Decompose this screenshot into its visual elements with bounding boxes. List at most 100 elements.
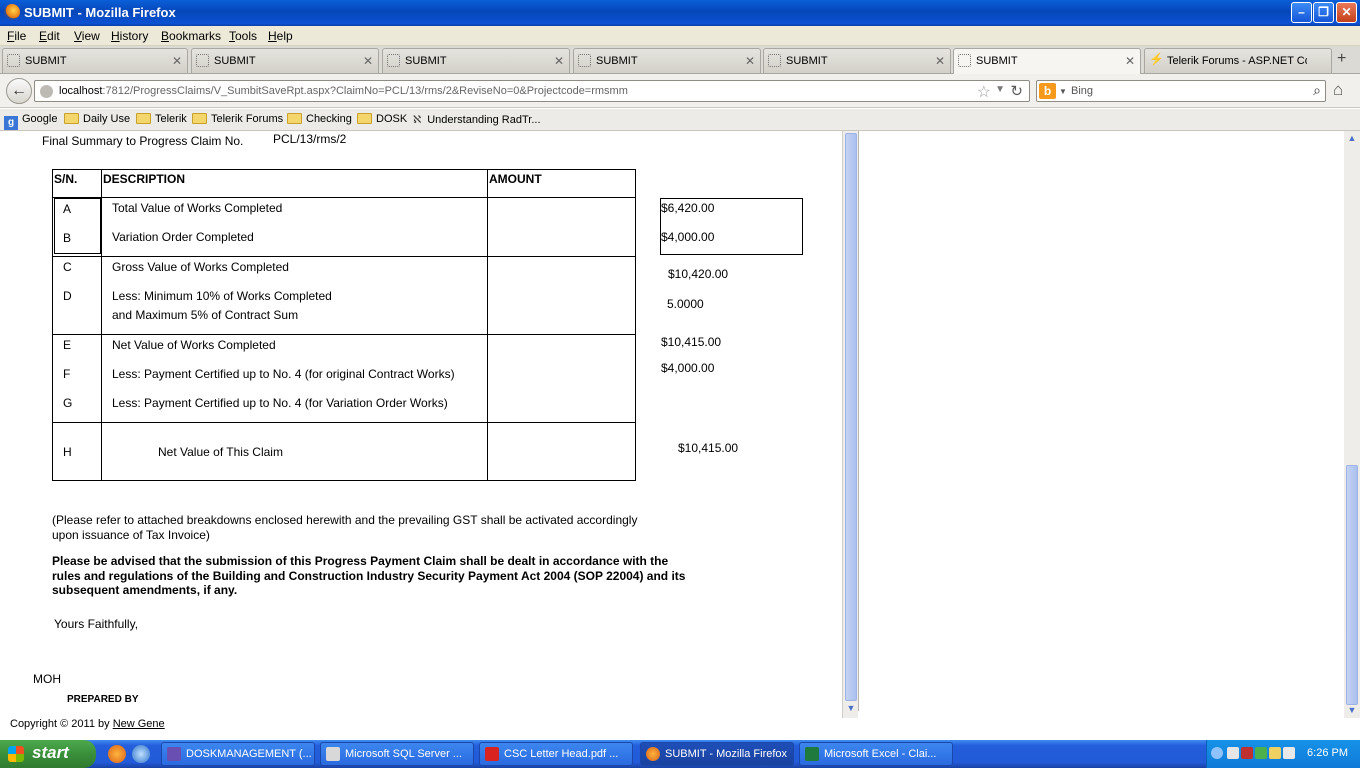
- company-link[interactable]: New Gene: [113, 718, 165, 730]
- bookmarks-bar: g Google Daily Use Telerik Telerik Forums…: [0, 109, 1360, 131]
- firefox-icon: [646, 747, 660, 761]
- copyright-text: Copyright © 2011 by New Gene: [10, 718, 165, 730]
- tab-close-icon[interactable]: ✕: [1125, 54, 1135, 68]
- tab-close-icon[interactable]: ✕: [363, 54, 373, 68]
- task-excel[interactable]: Microsoft Excel - Clai...: [799, 742, 953, 766]
- tab-close-icon[interactable]: ✕: [554, 54, 564, 68]
- page-footer: Copyright © 2011 by New Gene: [0, 718, 842, 740]
- bookmark-telerik[interactable]: Telerik: [136, 113, 187, 125]
- search-box[interactable]: b ▼ Bing ⌕: [1036, 80, 1326, 102]
- menu-help[interactable]: Help: [268, 29, 293, 43]
- menu-history[interactable]: History: [111, 29, 148, 43]
- tab-submit-5[interactable]: SUBMIT ✕: [763, 48, 951, 73]
- search-engine-dropdown-icon[interactable]: ▼: [1059, 87, 1067, 96]
- bookmark-dosk[interactable]: DOSK: [357, 113, 407, 125]
- page-icon: [7, 54, 20, 67]
- firefox-quicklaunch-icon[interactable]: [108, 745, 126, 763]
- back-button[interactable]: ←: [6, 78, 32, 104]
- task-sql-server[interactable]: Microsoft SQL Server ...: [320, 742, 474, 766]
- bookmark-telerik-forums[interactable]: Telerik Forums: [192, 113, 283, 125]
- row-c-value: $10,420.00: [668, 267, 729, 281]
- row-g-sn: G: [63, 396, 73, 410]
- tray-network-icon[interactable]: [1227, 747, 1239, 759]
- scroll-up-arrow-icon[interactable]: ▲: [1344, 133, 1360, 147]
- tab-bar: SUBMIT ✕ SUBMIT ✕ SUBMIT ✕ SUBMIT ✕ SUBM…: [0, 46, 1360, 74]
- advice-line-3: subsequent amendments, if any.: [52, 583, 238, 597]
- tab-submit-6-active[interactable]: SUBMIT ✕: [953, 48, 1141, 74]
- start-button[interactable]: start: [0, 740, 96, 768]
- task-label: SUBMIT - Mozilla Firefox: [665, 748, 788, 760]
- page-icon: [958, 54, 971, 67]
- search-icon[interactable]: ⌕: [1313, 82, 1321, 99]
- url-dropdown-icon[interactable]: ▼: [995, 84, 1005, 95]
- bookmark-understanding-radtr[interactable]: ℵ Understanding RadTr...: [413, 113, 541, 126]
- row-f-sn: F: [63, 367, 71, 381]
- tab-close-icon[interactable]: ✕: [172, 54, 182, 68]
- tray-app-icon[interactable]: [1255, 747, 1267, 759]
- tray-arrow-icon[interactable]: [1211, 747, 1223, 759]
- task-label: CSC Letter Head.pdf ...: [504, 748, 619, 760]
- menu-view[interactable]: View: [74, 29, 100, 43]
- menu-edit[interactable]: Edit: [39, 29, 60, 43]
- folder-icon: [64, 113, 79, 124]
- bing-icon[interactable]: b: [1039, 83, 1056, 99]
- row-f-desc: Less: Payment Certified up to No. 4 (for…: [112, 367, 455, 381]
- tab-submit-4[interactable]: SUBMIT ✕: [573, 48, 761, 73]
- scroll-down-arrow-icon[interactable]: ▼: [843, 703, 859, 717]
- start-label: start: [32, 743, 69, 762]
- table-border: [101, 169, 102, 481]
- home-icon[interactable]: ⌂: [1333, 80, 1343, 100]
- signer-name: MOH: [33, 672, 61, 686]
- row-d-desc-line2: and Maximum 5% of Contract Sum: [112, 308, 299, 322]
- menu-tools[interactable]: Tools: [229, 29, 257, 43]
- scroll-down-arrow-icon[interactable]: ▼: [1344, 705, 1360, 719]
- closing-text: Yours Faithfully,: [54, 617, 139, 631]
- scrollbar-thumb[interactable]: [1346, 465, 1358, 705]
- tab-submit-1[interactable]: SUBMIT ✕: [2, 48, 188, 73]
- tab-submit-2[interactable]: SUBMIT ✕: [191, 48, 379, 73]
- reload-icon[interactable]: ↻: [1010, 82, 1023, 100]
- left-scrollbar[interactable]: ▼: [842, 131, 858, 718]
- table-border: [52, 256, 636, 257]
- tab-telerik-forums[interactable]: ⚡ Telerik Forums - ASP.NET Co...: [1144, 48, 1332, 73]
- note-line-2: upon issuance of Tax Invoice): [52, 528, 210, 542]
- scrollbar-thumb[interactable]: [845, 133, 857, 701]
- tab-submit-3[interactable]: SUBMIT ✕: [382, 48, 570, 73]
- bookmark-star-icon[interactable]: ☆: [977, 82, 991, 102]
- folder-icon: [192, 113, 207, 124]
- ie-quicklaunch-icon[interactable]: [132, 745, 150, 763]
- url-bar[interactable]: localhost:7812/ProgressClaims/V_SumbitSa…: [34, 80, 1030, 102]
- menu-bookmarks[interactable]: Bookmarks: [161, 29, 221, 43]
- advice-line-1: Please be advised that the submission of…: [52, 554, 669, 568]
- tray-volume-icon[interactable]: [1283, 747, 1295, 759]
- page-icon: [578, 54, 591, 67]
- task-doskmanagement[interactable]: DOSKMANAGEMENT (...: [161, 742, 315, 766]
- menu-bar: File Edit View History Bookmarks Tools H…: [0, 26, 1360, 46]
- row-h-desc: Net Value of This Claim: [158, 445, 283, 459]
- bookmark-checking[interactable]: Checking: [287, 113, 352, 125]
- bookmark-daily-use[interactable]: Daily Use: [64, 113, 130, 125]
- tab-close-icon[interactable]: ✕: [935, 54, 945, 68]
- minimize-button[interactable]: –: [1291, 2, 1312, 23]
- clock[interactable]: 6:26 PM: [1307, 747, 1348, 759]
- row-a-value: $6,420.00: [661, 201, 715, 215]
- tray-app-icon[interactable]: [1269, 747, 1281, 759]
- tab-close-icon[interactable]: ✕: [745, 54, 755, 68]
- bookmark-google[interactable]: g Google: [4, 113, 57, 130]
- right-scrollbar[interactable]: ▲ ▼: [1344, 131, 1360, 718]
- task-firefox-submit[interactable]: SUBMIT - Mozilla Firefox: [640, 742, 794, 766]
- maximize-button[interactable]: ❐: [1313, 2, 1334, 23]
- folder-icon: [357, 113, 372, 124]
- row-c-desc: Gross Value of Works Completed: [112, 260, 289, 274]
- menu-file[interactable]: File: [7, 29, 26, 43]
- new-tab-button[interactable]: +: [1337, 50, 1346, 68]
- windows-logo-icon: [8, 746, 24, 762]
- task-pdf[interactable]: CSC Letter Head.pdf ...: [479, 742, 633, 766]
- close-button[interactable]: ✕: [1336, 2, 1357, 23]
- row-a-sn: A: [63, 202, 72, 216]
- navigation-bar: ← localhost:7812/ProgressClaims/V_Sumbit…: [0, 74, 1360, 108]
- table-border: [487, 169, 488, 481]
- row-d-sn: D: [63, 289, 72, 303]
- tray-security-icon[interactable]: [1241, 747, 1253, 759]
- row-h-sn: H: [63, 445, 72, 459]
